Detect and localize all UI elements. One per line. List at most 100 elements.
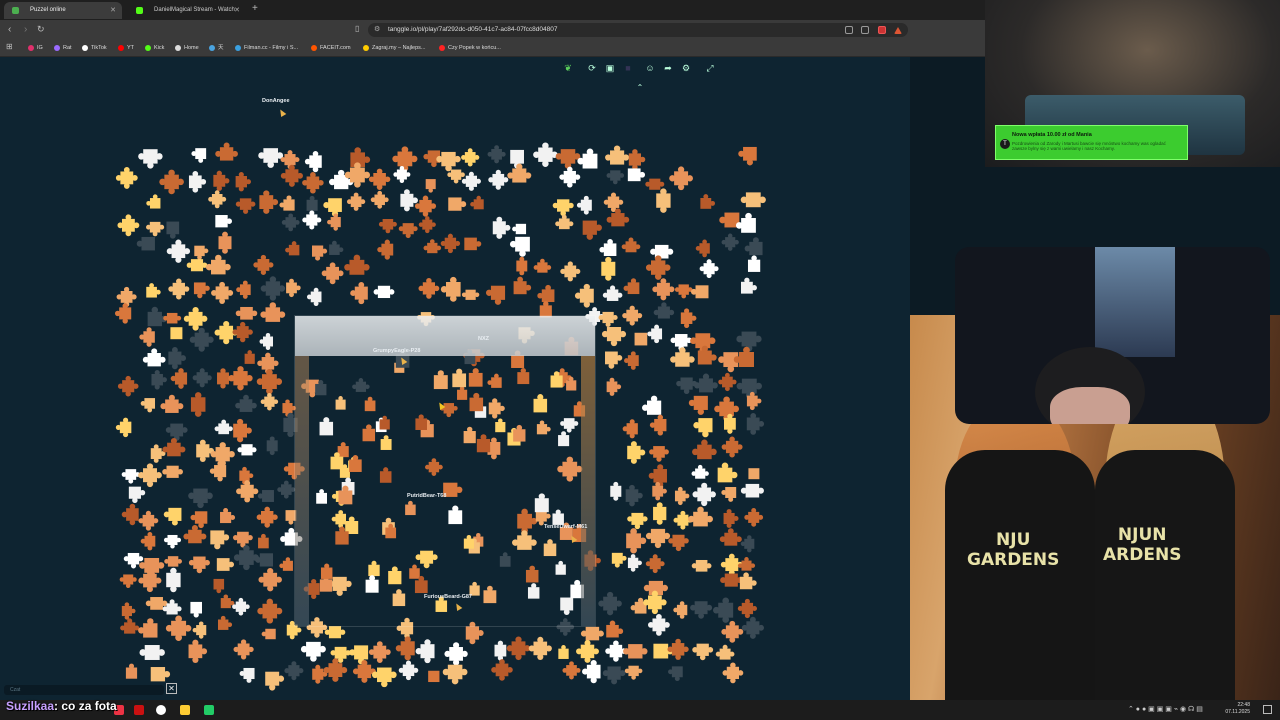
puzzle-piece[interactable] (610, 481, 622, 501)
puzzle-piece[interactable] (115, 417, 132, 438)
puzzle-piece[interactable] (168, 346, 187, 370)
bookmark-zagraj[interactable]: Zagraj.my – Najleps... (363, 43, 426, 53)
puzzle-piece[interactable] (265, 671, 285, 691)
puzzle-piece[interactable] (512, 223, 527, 235)
puzzle-piece[interactable] (713, 597, 734, 623)
puzzle-piece[interactable] (628, 149, 646, 170)
puzzle-piece[interactable] (324, 626, 346, 639)
new-tab-icon[interactable]: + (252, 3, 258, 14)
puzzle-piece[interactable] (165, 615, 192, 642)
puzzle-piece[interactable] (626, 528, 647, 554)
back-icon[interactable]: ‹ (8, 24, 11, 35)
puzzle-piece[interactable] (235, 394, 257, 412)
puzzle-piece[interactable] (119, 574, 137, 589)
puzzle-piece[interactable] (647, 324, 663, 344)
puzzle-piece[interactable] (194, 245, 209, 260)
puzzle-piece[interactable] (668, 534, 689, 552)
puzzle-piece[interactable] (714, 396, 740, 422)
puzzle-piece[interactable] (344, 254, 370, 275)
puzzle-piece[interactable] (606, 208, 630, 227)
close-tab-icon[interactable]: ✕ (110, 2, 116, 19)
rotate-icon[interactable]: ⟳ (584, 60, 600, 76)
puzzle-piece[interactable] (257, 490, 274, 502)
puzzle-piece[interactable] (645, 528, 671, 549)
puzzle-piece[interactable] (138, 149, 163, 169)
puzzle-piece[interactable] (740, 483, 764, 498)
puzzle-piece[interactable] (216, 558, 235, 571)
puzzle-piece[interactable] (142, 348, 166, 367)
puzzle-piece[interactable] (346, 192, 366, 211)
puzzle-piece[interactable] (485, 285, 506, 305)
puzzle-piece[interactable] (721, 436, 743, 458)
puzzle-piece[interactable] (165, 423, 188, 441)
puzzle-piece[interactable] (442, 664, 468, 685)
puzzle-piece[interactable] (189, 327, 214, 352)
puzzle-piece[interactable] (151, 369, 167, 390)
puzzle-piece[interactable] (694, 373, 718, 393)
puzzle-piece[interactable] (606, 377, 622, 396)
tab-stream[interactable]: DanielMagical Stream - Watch Li... ✕ (128, 2, 246, 30)
puzzle-piece[interactable] (627, 441, 646, 464)
puzzle-piece[interactable] (232, 597, 250, 616)
puzzle-piece[interactable] (166, 239, 191, 263)
puzzle-piece[interactable] (256, 368, 283, 395)
puzzle-piece[interactable] (552, 199, 574, 217)
puzzle-piece[interactable] (559, 166, 581, 188)
close-icon[interactable]: ✕ (166, 683, 177, 694)
bookmark-filman[interactable]: Filman.cc - Filmy i S... (235, 43, 298, 53)
brave-shield-icon[interactable] (878, 26, 886, 34)
brave-rewards-icon[interactable] (894, 27, 902, 34)
apps-grid-icon[interactable]: ⊞ (6, 42, 13, 51)
puzzle-piece[interactable] (244, 350, 255, 364)
puzzle-piece[interactable] (400, 189, 418, 212)
puzzle-piece[interactable] (190, 601, 202, 618)
puzzle-piece[interactable] (300, 641, 326, 662)
forward-icon[interactable]: › (24, 24, 27, 35)
puzzle-piece[interactable] (168, 278, 190, 300)
puzzle-piece[interactable] (253, 254, 274, 275)
puzzle-piece[interactable] (737, 557, 756, 571)
puzzle-piece[interactable] (645, 554, 665, 574)
puzzle-piece[interactable] (236, 480, 259, 503)
puzzle-piece[interactable] (721, 487, 737, 502)
puzzle-piece[interactable] (286, 278, 301, 298)
puzzle-piece[interactable] (162, 465, 183, 478)
puzzle-piece[interactable] (744, 508, 764, 527)
puzzle-piece[interactable] (513, 276, 532, 295)
puzzle-piece[interactable] (602, 285, 623, 301)
system-tray-icons[interactable]: ⌃ ● ● ▣ ▣ ▣ ⌁ ◉ ☊ ▤ (1128, 705, 1203, 713)
puzzle-piece[interactable] (605, 351, 623, 369)
puzzle-piece[interactable] (740, 535, 755, 553)
puzzle-piece[interactable] (630, 597, 647, 614)
puzzle-piece[interactable] (533, 142, 558, 167)
bookmark-rat[interactable]: Rat (54, 43, 72, 53)
puzzle-piece[interactable] (470, 195, 484, 210)
puzzle-piece[interactable] (260, 276, 286, 301)
puzzle-piece[interactable] (392, 146, 418, 172)
puzzle-piece[interactable] (516, 256, 528, 276)
puzzle-piece[interactable] (598, 591, 622, 616)
leaf-icon[interactable]: ❦ (560, 60, 576, 76)
puzzle-piece[interactable] (258, 533, 269, 549)
puzzle-piece[interactable] (321, 262, 344, 285)
puzzle-piece[interactable] (652, 278, 675, 301)
puzzle-piece[interactable] (574, 283, 594, 308)
puzzle-piece[interactable] (722, 662, 744, 684)
puzzle-piece[interactable] (627, 554, 642, 572)
puzzle-piece[interactable] (188, 556, 210, 574)
puzzle-piece[interactable] (423, 239, 442, 254)
puzzle-piece[interactable] (720, 573, 743, 587)
puzzle-piece[interactable] (464, 237, 482, 251)
puzzle-piece[interactable] (213, 578, 225, 594)
clock[interactable]: 22:48 07.11.2025 (1225, 702, 1250, 716)
puzzle-piece[interactable] (721, 620, 744, 643)
puzzle-piece[interactable] (259, 332, 274, 351)
bookmark-ig[interactable]: IG (28, 43, 43, 53)
bookmark-tiktok[interactable]: TikTok (82, 43, 107, 53)
puzzle-piece[interactable] (623, 278, 640, 295)
bookmark-yt[interactable]: YT (118, 43, 134, 53)
puzzle-piece[interactable] (208, 190, 227, 209)
puzzle-piece[interactable] (258, 148, 284, 168)
puzzle-piece[interactable] (645, 178, 665, 190)
puzzle-piece[interactable] (121, 503, 139, 526)
